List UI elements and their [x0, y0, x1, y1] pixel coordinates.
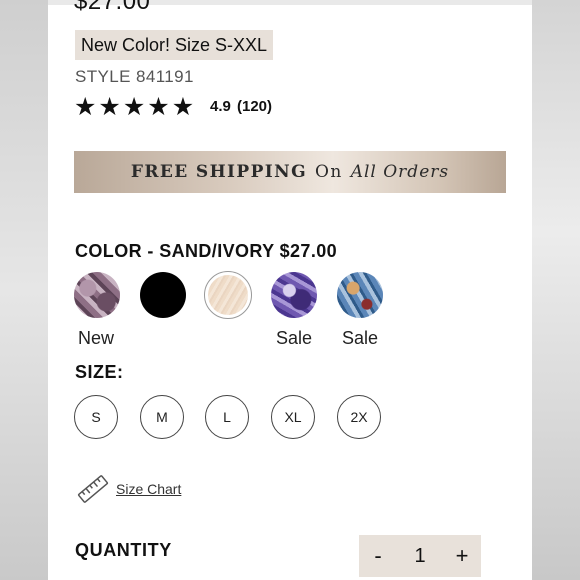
color-swatch-sand-ivory-selected[interactable]: [204, 271, 252, 319]
ruler-icon[interactable]: [76, 474, 110, 504]
swatch-label-sale: Sale: [276, 328, 313, 348]
style-number: STYLE 841191: [75, 67, 194, 86]
shipping-italic-text: All Orders: [350, 162, 450, 182]
quantity-stepper: - 1 +: [359, 535, 481, 577]
size-option-xl[interactable]: XL: [271, 395, 315, 439]
background-left: [0, 0, 48, 580]
star-icon: ★: [98, 93, 121, 121]
size-label: SIZE:: [75, 362, 124, 382]
free-shipping-banner: FREE SHIPPING On All Orders: [74, 151, 506, 193]
size-option-2x[interactable]: 2X: [337, 395, 381, 439]
star-icon: ★: [147, 93, 170, 121]
rating-value: 4.9: [210, 98, 231, 115]
swatch-fill: [208, 275, 248, 315]
color-swatch-black[interactable]: [140, 272, 186, 318]
review-count-link[interactable]: (120): [237, 98, 272, 115]
size-option-l[interactable]: L: [205, 395, 249, 439]
size-chart-link[interactable]: Size Chart: [116, 481, 181, 497]
color-swatch-blue-paisley[interactable]: [337, 272, 383, 318]
quantity-label: QUANTITY: [75, 540, 172, 560]
product-price: $27.00: [74, 0, 151, 15]
shipping-bold-text: FREE SHIPPING: [130, 162, 307, 182]
size-option-m[interactable]: M: [140, 395, 184, 439]
product-panel: $27.00 New Color! Size S-XXL STYLE 84119…: [48, 0, 532, 580]
color-label: COLOR - SAND/IVORY $27.00: [75, 241, 338, 261]
color-swatch-purple-print[interactable]: [74, 272, 120, 318]
quantity-decrease-button[interactable]: -: [367, 543, 389, 569]
background-right: [532, 0, 580, 580]
star-icon: ★: [74, 93, 97, 121]
swatch-label-sale: Sale: [342, 328, 379, 348]
shipping-on-text: On: [315, 162, 343, 182]
star-icon: ★: [171, 93, 195, 121]
quantity-increase-button[interactable]: +: [451, 543, 473, 569]
star-icon: ★: [122, 93, 146, 121]
color-swatch-violet-print[interactable]: [271, 272, 317, 318]
quantity-value[interactable]: 1: [414, 545, 425, 568]
rating-stars[interactable]: ★ ★ ★ ★ ★: [74, 93, 195, 121]
size-option-s[interactable]: S: [74, 395, 118, 439]
swatch-label-new: New: [78, 328, 115, 348]
new-color-badge: New Color! Size S-XXL: [75, 30, 274, 60]
